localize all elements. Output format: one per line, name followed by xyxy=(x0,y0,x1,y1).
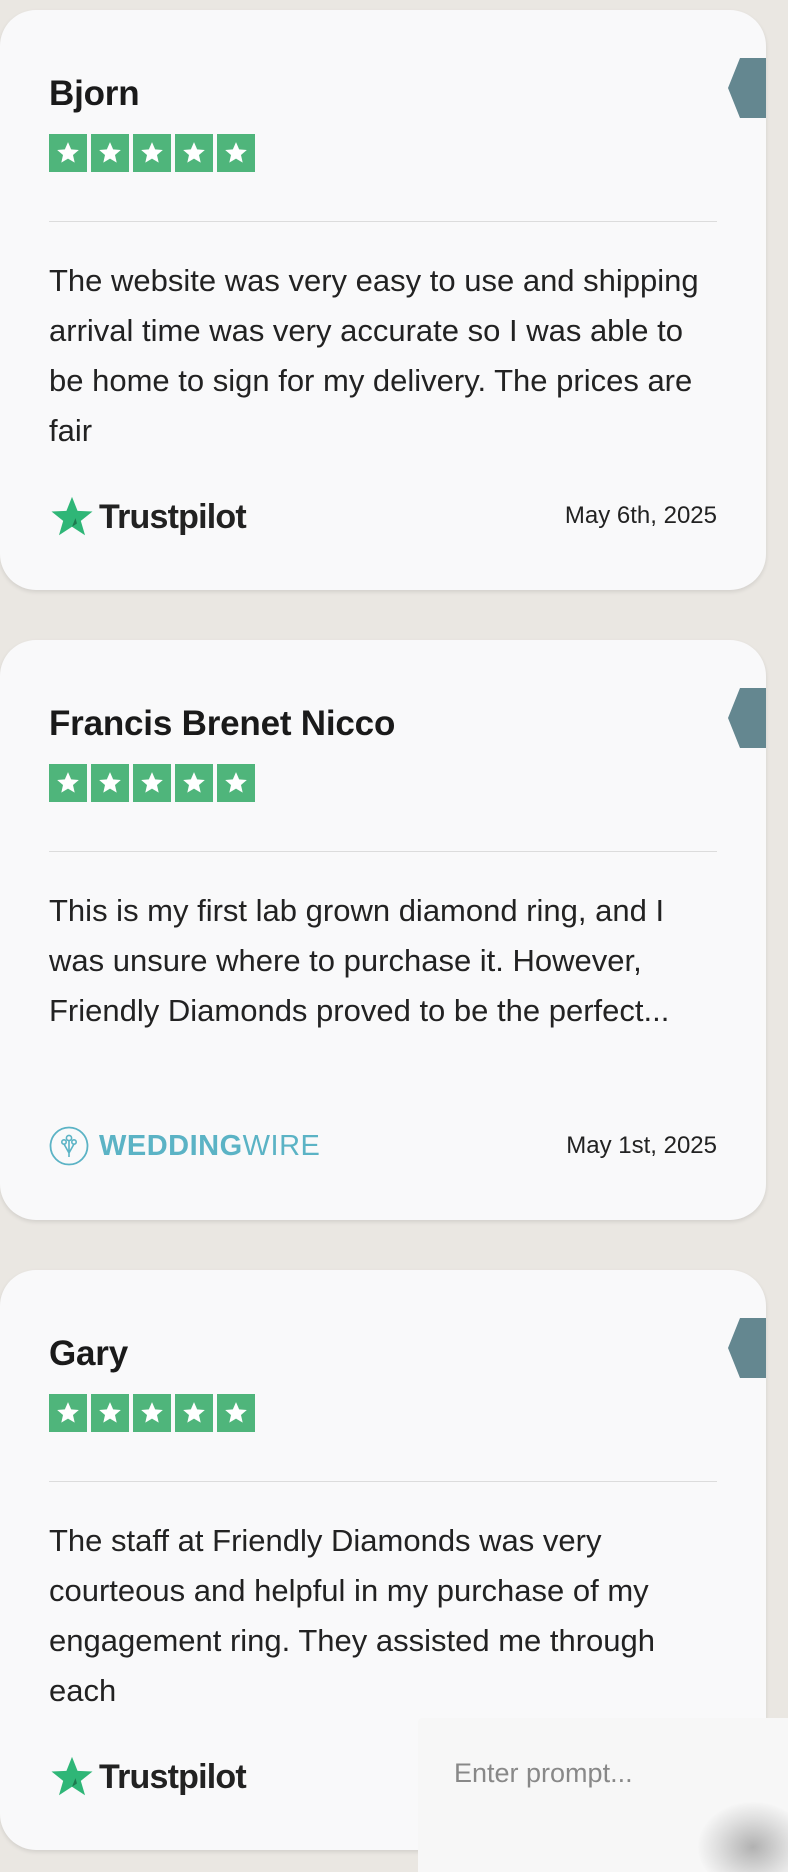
review-date: May 6th, 2025 xyxy=(564,502,717,529)
weddingwire-label-bold: WEDDING xyxy=(99,1129,243,1162)
carousel-tab-icon[interactable] xyxy=(728,1318,766,1378)
divider xyxy=(49,221,717,222)
star-icon xyxy=(217,134,255,172)
divider xyxy=(49,1481,717,1482)
star-icon xyxy=(175,1394,213,1432)
star-icon xyxy=(175,134,213,172)
reviewer-name: Francis Brenet Nicco xyxy=(49,704,396,743)
divider xyxy=(49,851,717,852)
trustpilot-label: Trustpilot xyxy=(99,497,247,536)
star-icon xyxy=(49,764,87,802)
star-rating xyxy=(49,1394,255,1432)
star-icon xyxy=(133,134,171,172)
trustpilot-star-icon xyxy=(51,496,93,536)
review-text: This is my first lab grown diamond ring,… xyxy=(49,893,670,1028)
trustpilot-logo[interactable]: Trustpilot xyxy=(49,494,247,540)
weddingwire-logo-icon xyxy=(49,1126,89,1166)
send-button[interactable] xyxy=(698,1802,788,1872)
star-rating xyxy=(49,134,255,172)
trustpilot-star-icon xyxy=(51,1756,93,1796)
reviews-page: Bjorn The website was very easy to use a… xyxy=(0,0,788,1872)
star-icon xyxy=(217,1394,255,1432)
star-icon xyxy=(175,764,213,802)
star-rating xyxy=(49,764,255,802)
trustpilot-logo[interactable]: Trustpilot xyxy=(49,1754,247,1800)
carousel-tab-icon[interactable] xyxy=(728,58,766,118)
weddingwire-logo[interactable]: WEDDINGWIRE xyxy=(49,1126,320,1166)
star-icon xyxy=(49,1394,87,1432)
reviewer-name: Gary xyxy=(49,1334,128,1373)
weddingwire-label-light: WIRE xyxy=(242,1129,321,1162)
weddingwire-label: WEDDINGWIRE xyxy=(99,1130,320,1163)
prompt-input[interactable] xyxy=(454,1758,754,1789)
star-icon xyxy=(91,134,129,172)
star-icon xyxy=(91,764,129,802)
review-card: Bjorn The website was very easy to use a… xyxy=(0,10,766,590)
trustpilot-label: Trustpilot xyxy=(99,1757,247,1796)
reviewer-name: Bjorn xyxy=(49,74,140,113)
prompt-panel xyxy=(418,1718,788,1872)
star-icon xyxy=(49,134,87,172)
star-icon xyxy=(133,764,171,802)
star-icon xyxy=(91,1394,129,1432)
review-card: Francis Brenet Nicco This is my first la… xyxy=(0,640,766,1220)
review-text: The website was very easy to use and shi… xyxy=(49,263,699,448)
star-icon xyxy=(133,1394,171,1432)
carousel-tab-icon[interactable] xyxy=(728,688,766,748)
star-icon xyxy=(217,764,255,802)
review-text: The staff at Friendly Diamonds was very … xyxy=(49,1523,656,1708)
review-date: May 1st, 2025 xyxy=(566,1132,717,1159)
